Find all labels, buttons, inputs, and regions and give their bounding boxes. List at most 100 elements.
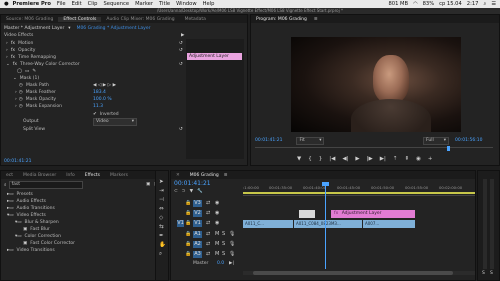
solo-icon[interactable]: S bbox=[222, 231, 225, 237]
track-label-v3[interactable]: V3 bbox=[193, 200, 202, 207]
zoom-select[interactable]: Fit ▾ bbox=[296, 136, 325, 145]
sync-lock-icon[interactable]: ⇄ bbox=[206, 251, 210, 257]
add-marker-icon[interactable]: ▼ bbox=[190, 189, 193, 194]
menu-window[interactable]: Window bbox=[176, 1, 196, 7]
tab-source[interactable]: Source: M06 Grading bbox=[1, 17, 58, 22]
track-label-a3[interactable]: A3 bbox=[193, 251, 202, 258]
selection-tool-icon[interactable]: ➤ bbox=[159, 179, 166, 185]
add-marker-icon[interactable]: ▼ bbox=[297, 156, 301, 162]
menu-file[interactable]: File bbox=[57, 1, 66, 7]
tab-program[interactable]: Program: M06 Grading bbox=[251, 17, 312, 22]
tab-markers[interactable]: Markers bbox=[105, 173, 133, 178]
menu-title[interactable]: Title bbox=[159, 1, 170, 7]
lift-icon[interactable]: ⇡ bbox=[393, 156, 398, 162]
step-back-icon[interactable]: ◀| bbox=[342, 156, 348, 162]
chevron-down-icon[interactable]: ▾ bbox=[68, 26, 70, 31]
timeline-settings-icon[interactable]: 🔧 bbox=[197, 189, 203, 194]
track-mask-controls[interactable]: ◀ ◁ ▶ ▷ ▶ bbox=[93, 83, 116, 88]
list-item-audio-effects[interactable]: Audio Effects bbox=[17, 199, 47, 204]
playhead[interactable] bbox=[447, 146, 450, 151]
list-item-blur-sharpen[interactable]: Blur & Sharpen bbox=[25, 220, 59, 225]
expand-motion-icon[interactable]: › bbox=[6, 41, 8, 46]
wifi-icon[interactable]: ◠ bbox=[413, 1, 418, 7]
search-icon[interactable]: ⌕ bbox=[483, 1, 486, 8]
tab-project[interactable]: ect bbox=[1, 173, 18, 178]
timeline-scroll-thumb[interactable] bbox=[253, 271, 453, 275]
fx-icon[interactable]: fx bbox=[11, 48, 15, 53]
add-button-icon[interactable]: + bbox=[428, 156, 433, 162]
pen-tool-icon[interactable]: ✒ bbox=[159, 233, 166, 239]
breadcrumb[interactable]: Master * Adjustment Layer bbox=[4, 26, 64, 31]
clip-v1-b[interactable]: A011_C084_0823M3... bbox=[294, 220, 362, 228]
sync-lock-icon[interactable]: ⇄ bbox=[206, 241, 210, 247]
go-to-in-icon[interactable]: |◀ bbox=[329, 156, 335, 162]
menu-edit[interactable]: Edit bbox=[72, 1, 82, 7]
collapse-three-way-icon[interactable]: ⌄ bbox=[6, 62, 10, 67]
program-scrub-bar[interactable] bbox=[255, 146, 493, 152]
mark-out-icon[interactable]: } bbox=[319, 156, 323, 162]
timeline-ruler[interactable]: :1:00:00 00:01:35:00 00:01:40:00 00:01:4… bbox=[243, 183, 475, 196]
mute-icon[interactable]: M bbox=[215, 241, 219, 247]
fx-icon[interactable]: fx bbox=[11, 41, 15, 46]
mute-icon[interactable]: M bbox=[215, 231, 219, 237]
mic-icon[interactable]: 🎙 bbox=[229, 231, 235, 237]
tab-m06-grading[interactable]: M06 Grading bbox=[185, 173, 224, 178]
menu-help[interactable]: Help bbox=[203, 1, 215, 7]
list-item-fast-blur[interactable]: Fast Blur bbox=[30, 227, 50, 232]
ellipse-mask-icon[interactable]: ◯ bbox=[17, 69, 22, 74]
reset-icon[interactable]: ↺ bbox=[179, 41, 183, 46]
playhead-handle[interactable] bbox=[322, 182, 329, 186]
linked-selection-icon[interactable]: ⊃ bbox=[182, 189, 186, 194]
solo-icon[interactable]: S bbox=[482, 271, 485, 276]
slip-tool-icon[interactable]: ⇆ bbox=[159, 224, 166, 230]
sync-lock-icon[interactable]: ⇄ bbox=[206, 231, 210, 237]
sync-lock-icon[interactable]: ⇄ bbox=[206, 210, 210, 216]
mic-icon[interactable]: 🎙 bbox=[229, 241, 235, 247]
lock-icon[interactable]: 🔒 bbox=[185, 200, 191, 206]
track-label-v2[interactable]: V2 bbox=[193, 210, 202, 217]
work-area-bar[interactable] bbox=[243, 192, 475, 194]
timeline-horizontal-scrollbar[interactable] bbox=[243, 271, 475, 275]
collapse-mask-icon[interactable]: ⌄ bbox=[13, 76, 17, 81]
accelerated-icon[interactable]: ▣ bbox=[146, 182, 150, 187]
tab-audio-clip-mixer[interactable]: Audio Clip Mixer: M06 Grading bbox=[101, 17, 179, 22]
step-forward-icon[interactable]: |▶ bbox=[367, 156, 373, 162]
lock-icon[interactable]: 🔒 bbox=[185, 210, 191, 216]
track-header-a1[interactable]: 🔒 A1 ⇄ M S 🎙 bbox=[171, 230, 241, 239]
close-tab-icon[interactable]: ✕ bbox=[171, 173, 185, 178]
solo-icon[interactable]: S bbox=[222, 241, 225, 247]
mask-name[interactable]: Mask (1) bbox=[20, 76, 39, 81]
timeline-playhead[interactable] bbox=[325, 183, 326, 269]
snap-icon[interactable]: ⊂ bbox=[174, 189, 178, 194]
fx-icon[interactable]: fx bbox=[13, 62, 17, 67]
menu-marker[interactable]: Marker bbox=[135, 1, 153, 7]
sync-lock-icon[interactable]: ⇄ bbox=[206, 200, 210, 206]
stopwatch-icon[interactable]: ◷ bbox=[19, 90, 23, 95]
list-item-presets[interactable]: Presets bbox=[17, 192, 33, 197]
effects-search-input[interactable]: fast bbox=[8, 180, 83, 189]
stopwatch-icon[interactable]: ◷ bbox=[19, 104, 23, 109]
fx-icon[interactable]: fx bbox=[11, 55, 15, 60]
app-menu[interactable]: Premiere Pro bbox=[13, 1, 51, 7]
clip-white-matte[interactable] bbox=[299, 210, 315, 218]
track-header-v2[interactable]: 🔒 V2 ⇄ ◉ bbox=[171, 209, 241, 218]
solo-icon[interactable]: S bbox=[490, 271, 493, 276]
track-header-v3[interactable]: 🔒 V3 ⇄ ◉ bbox=[171, 199, 241, 208]
lock-icon[interactable]: 🔒 bbox=[185, 220, 191, 226]
expand-opacity-icon[interactable]: › bbox=[6, 48, 8, 53]
reset-icon[interactable]: ↺ bbox=[179, 48, 183, 53]
effect-opacity[interactable]: Opacity bbox=[18, 48, 35, 53]
eye-icon[interactable]: ◉ bbox=[215, 210, 219, 216]
mute-icon[interactable]: M bbox=[215, 251, 219, 257]
list-item-fast-color-corrector[interactable]: Fast Color Corrector bbox=[30, 241, 75, 246]
clip-adjustment-layer[interactable]: fx Adjustment Layer bbox=[331, 210, 415, 218]
reset-icon[interactable]: ↺ bbox=[179, 62, 183, 67]
master-volume-value[interactable]: 0.0 bbox=[217, 261, 224, 266]
menu-clip[interactable]: Clip bbox=[88, 1, 98, 7]
lock-icon[interactable]: 🔒 bbox=[185, 231, 191, 237]
track-header-v1[interactable]: V1 🔒 V1 ⇄ ◉ bbox=[171, 219, 241, 228]
tab-info[interactable]: Info bbox=[61, 173, 80, 178]
battery-status[interactable]: 83% bbox=[423, 1, 435, 7]
zoom-tool-icon[interactable]: ⌕ bbox=[159, 251, 166, 258]
source-patch-v1[interactable]: V1 bbox=[177, 220, 184, 227]
